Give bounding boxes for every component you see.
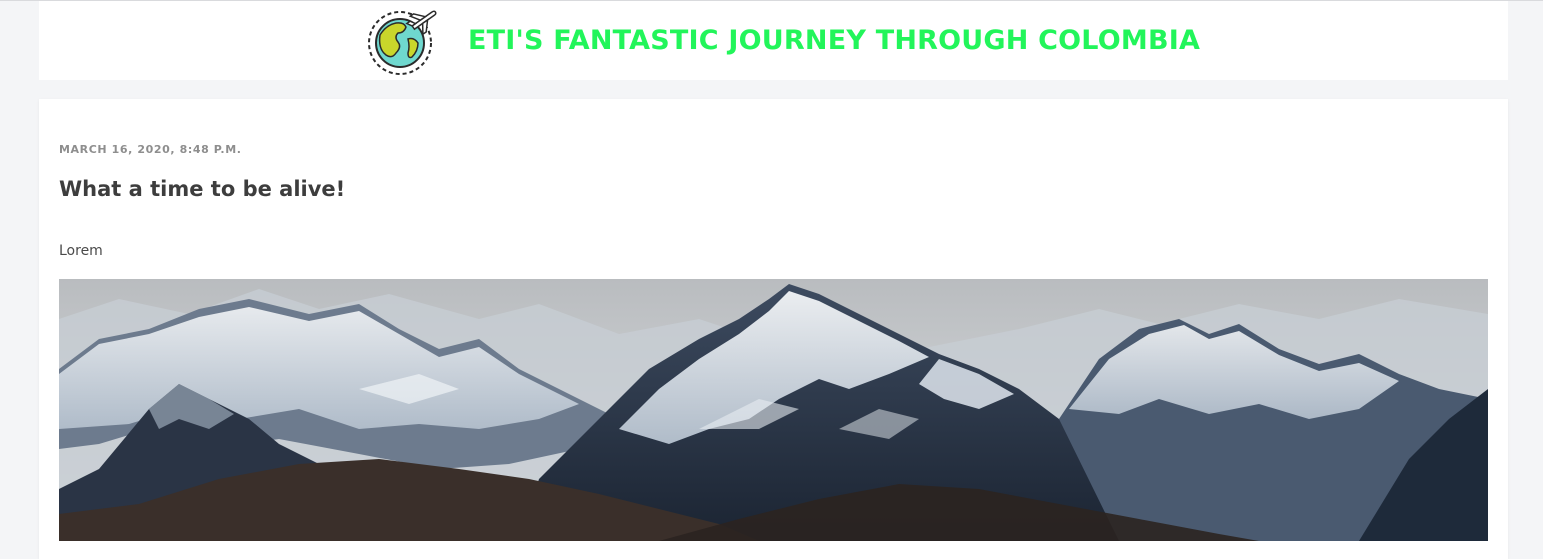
post-date: MARCH 16, 2020, 8:48 P.M.: [59, 143, 242, 156]
site-title[interactable]: ETI'S FANTASTIC JOURNEY THROUGH COLOMBIA: [468, 25, 1200, 56]
post-card: MARCH 16, 2020, 8:48 P.M. What a time to…: [39, 99, 1508, 559]
globe-airplane-icon[interactable]: [366, 5, 440, 79]
site-header: ETI'S FANTASTIC JOURNEY THROUGH COLOMBIA: [39, 1, 1508, 80]
post-title: What a time to be alive!: [59, 177, 346, 201]
post-body: Lorem: [59, 243, 103, 259]
snow-capped-mountains-photo: [59, 279, 1488, 541]
